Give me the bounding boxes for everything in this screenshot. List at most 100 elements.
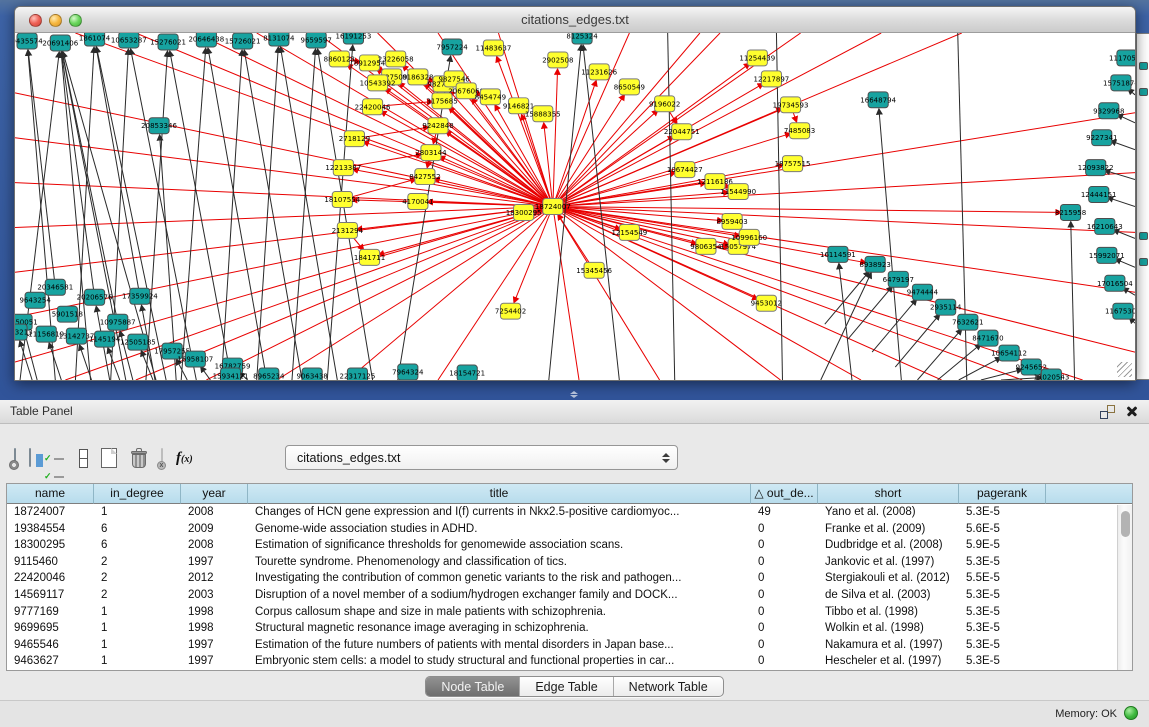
table-cell[interactable]: Structural magnetic resonance image aver… — [248, 620, 751, 637]
graph-node[interactable]: 9063438 — [296, 368, 327, 380]
table-cell[interactable]: 49 — [751, 504, 818, 521]
graph-edge[interactable] — [438, 207, 553, 381]
graph-edge[interactable] — [277, 207, 553, 381]
network-window-titlebar[interactable]: citations_edges.txt — [15, 7, 1135, 33]
column-header-pagerank[interactable]: pagerank — [959, 484, 1046, 504]
graph-node[interactable]: 9806354 — [690, 238, 722, 254]
table-cell[interactable]: 5.9E-5 — [959, 537, 1046, 554]
window-resize-grip[interactable] — [1117, 362, 1132, 377]
table-cell[interactable]: 2003 — [181, 587, 248, 604]
graph-edge[interactable] — [1111, 141, 1135, 150]
graph-node[interactable]: 20206576 — [77, 289, 113, 305]
graph-node[interactable]: 12213387 — [325, 160, 361, 176]
graph-node[interactable]: 2902508 — [542, 52, 573, 68]
column-header-year[interactable]: year — [181, 484, 248, 504]
table-row[interactable]: 2242004622012Investigating the contribut… — [7, 570, 1132, 587]
tab-node-table[interactable]: Node Table — [426, 677, 519, 696]
table-cell[interactable]: 14569117 — [7, 587, 94, 604]
graph-edge[interactable] — [553, 173, 1135, 207]
table-cell[interactable]: Yano et al. (2008) — [818, 504, 959, 521]
table-row[interactable]: 911546021997Tourette syndrome. Phenomeno… — [7, 554, 1132, 571]
column-header-title[interactable]: title — [248, 484, 751, 504]
graph-node[interactable]: 7957224 — [436, 39, 468, 55]
graph-node[interactable]: 7964324 — [392, 364, 424, 380]
graph-edge[interactable] — [131, 50, 197, 380]
graph-edge[interactable] — [170, 52, 232, 380]
table-cell[interactable]: 0 — [751, 554, 818, 571]
graph-edge[interactable] — [839, 264, 852, 380]
table-cell[interactable]: Hescheler et al. (1997) — [818, 653, 959, 670]
network-canvas[interactable]: 9435574206914061861074106532871527602120… — [15, 33, 1135, 380]
table-cell[interactable]: Embryonic stem cells: a model to study s… — [248, 653, 751, 670]
graph-edge[interactable] — [15, 138, 553, 207]
graph-edge[interactable] — [80, 346, 92, 380]
graph-edge[interactable] — [208, 49, 267, 380]
show-column-button[interactable] — [29, 449, 31, 467]
table-cell[interactable]: 1998 — [181, 620, 248, 637]
graph-node[interactable]: 12505185 — [120, 334, 156, 350]
table-cell[interactable]: Estimation of the future numbers of pati… — [248, 637, 751, 654]
table-cell[interactable]: 0 — [751, 570, 818, 587]
graph-node[interactable]: 15751874 — [1103, 75, 1135, 91]
graph-edge[interactable] — [1114, 230, 1135, 238]
table-cell[interactable]: 1997 — [181, 653, 248, 670]
graph-edge[interactable] — [96, 48, 140, 296]
table-cell[interactable]: 19384554 — [7, 521, 94, 538]
table-cell[interactable]: 1998 — [181, 604, 248, 621]
table-cell[interactable]: 1 — [94, 504, 181, 521]
graph-edge[interactable] — [553, 33, 700, 207]
graph-node[interactable]: 11675309 — [1105, 303, 1135, 319]
table-cell[interactable]: 6 — [94, 521, 181, 538]
table-cell[interactable]: 1 — [94, 653, 181, 670]
scrollbar-thumb[interactable] — [1121, 511, 1130, 537]
tab-edge-table[interactable]: Edge Table — [519, 677, 612, 696]
table-cell[interactable]: de Silva et al. (2003) — [818, 587, 959, 604]
graph-node[interactable]: 9329968 — [1093, 103, 1124, 119]
table-cell[interactable]: 9699695 — [7, 620, 94, 637]
graph-edge[interactable] — [872, 300, 916, 352]
graph-edge[interactable] — [62, 53, 95, 297]
graph-node[interactable]: 8215958 — [1055, 205, 1086, 221]
graph-node[interactable]: 16648794 — [860, 92, 896, 108]
table-cell[interactable]: 2012 — [181, 570, 248, 587]
graph-edge[interactable] — [347, 207, 552, 381]
table-cell[interactable]: 0 — [751, 521, 818, 538]
table-cell[interactable]: 2009 — [181, 521, 248, 538]
graph-node[interactable]: 7632621 — [952, 314, 983, 330]
table-cell[interactable]: 0 — [751, 620, 818, 637]
graph-node[interactable]: 8471670 — [972, 330, 1003, 346]
graph-node[interactable]: 11254439 — [739, 50, 775, 66]
graph-node[interactable]: 8131074 — [263, 33, 295, 46]
graph-node[interactable]: 12444151 — [1081, 187, 1117, 203]
table-cell[interactable]: Disruption of a novel member of a sodium… — [248, 587, 751, 604]
graph-node[interactable]: 10654112 — [991, 345, 1027, 361]
graph-node[interactable]: 8965234 — [253, 368, 285, 380]
graph-node[interactable]: 8938923 — [859, 256, 890, 272]
graph-edge[interactable] — [1116, 259, 1135, 267]
graph-node[interactable]: 17016504 — [1097, 275, 1133, 291]
graph-edge[interactable] — [553, 207, 861, 381]
graph-node[interactable]: 7254402 — [495, 303, 526, 319]
graph-node[interactable]: 15726021 — [225, 33, 261, 49]
graph-edge[interactable] — [327, 46, 352, 380]
graph-edge[interactable] — [244, 51, 302, 380]
graph-node[interactable]: 8959403 — [716, 213, 747, 229]
table-cell[interactable]: 5.3E-5 — [959, 653, 1046, 670]
graph-node[interactable]: 10674427 — [667, 162, 703, 178]
graph-node[interactable]: 11483637 — [476, 40, 512, 56]
table-settings-button[interactable] — [14, 449, 16, 467]
table-cell[interactable]: Jankovic et al. (1997) — [818, 554, 959, 571]
table-cell[interactable]: 9115460 — [7, 554, 94, 571]
graph-node[interactable]: 9435574 — [15, 33, 43, 49]
background-window-edge[interactable] — [1136, 33, 1149, 380]
split-pane-divider[interactable] — [567, 391, 580, 399]
table-cell[interactable]: 2 — [94, 570, 181, 587]
table-cell[interactable]: Wolkin et al. (1998) — [818, 620, 959, 637]
graph-edge[interactable] — [1118, 115, 1135, 123]
table-cell[interactable]: 1 — [94, 604, 181, 621]
graph-node[interactable]: 10653287 — [111, 33, 147, 48]
graph-node[interactable]: 20691406 — [42, 35, 78, 51]
table-cell[interactable]: Franke et al. (2009) — [818, 521, 959, 538]
graph-node[interactable]: 18154721 — [449, 365, 485, 380]
vertical-scrollbar[interactable] — [1117, 505, 1132, 670]
